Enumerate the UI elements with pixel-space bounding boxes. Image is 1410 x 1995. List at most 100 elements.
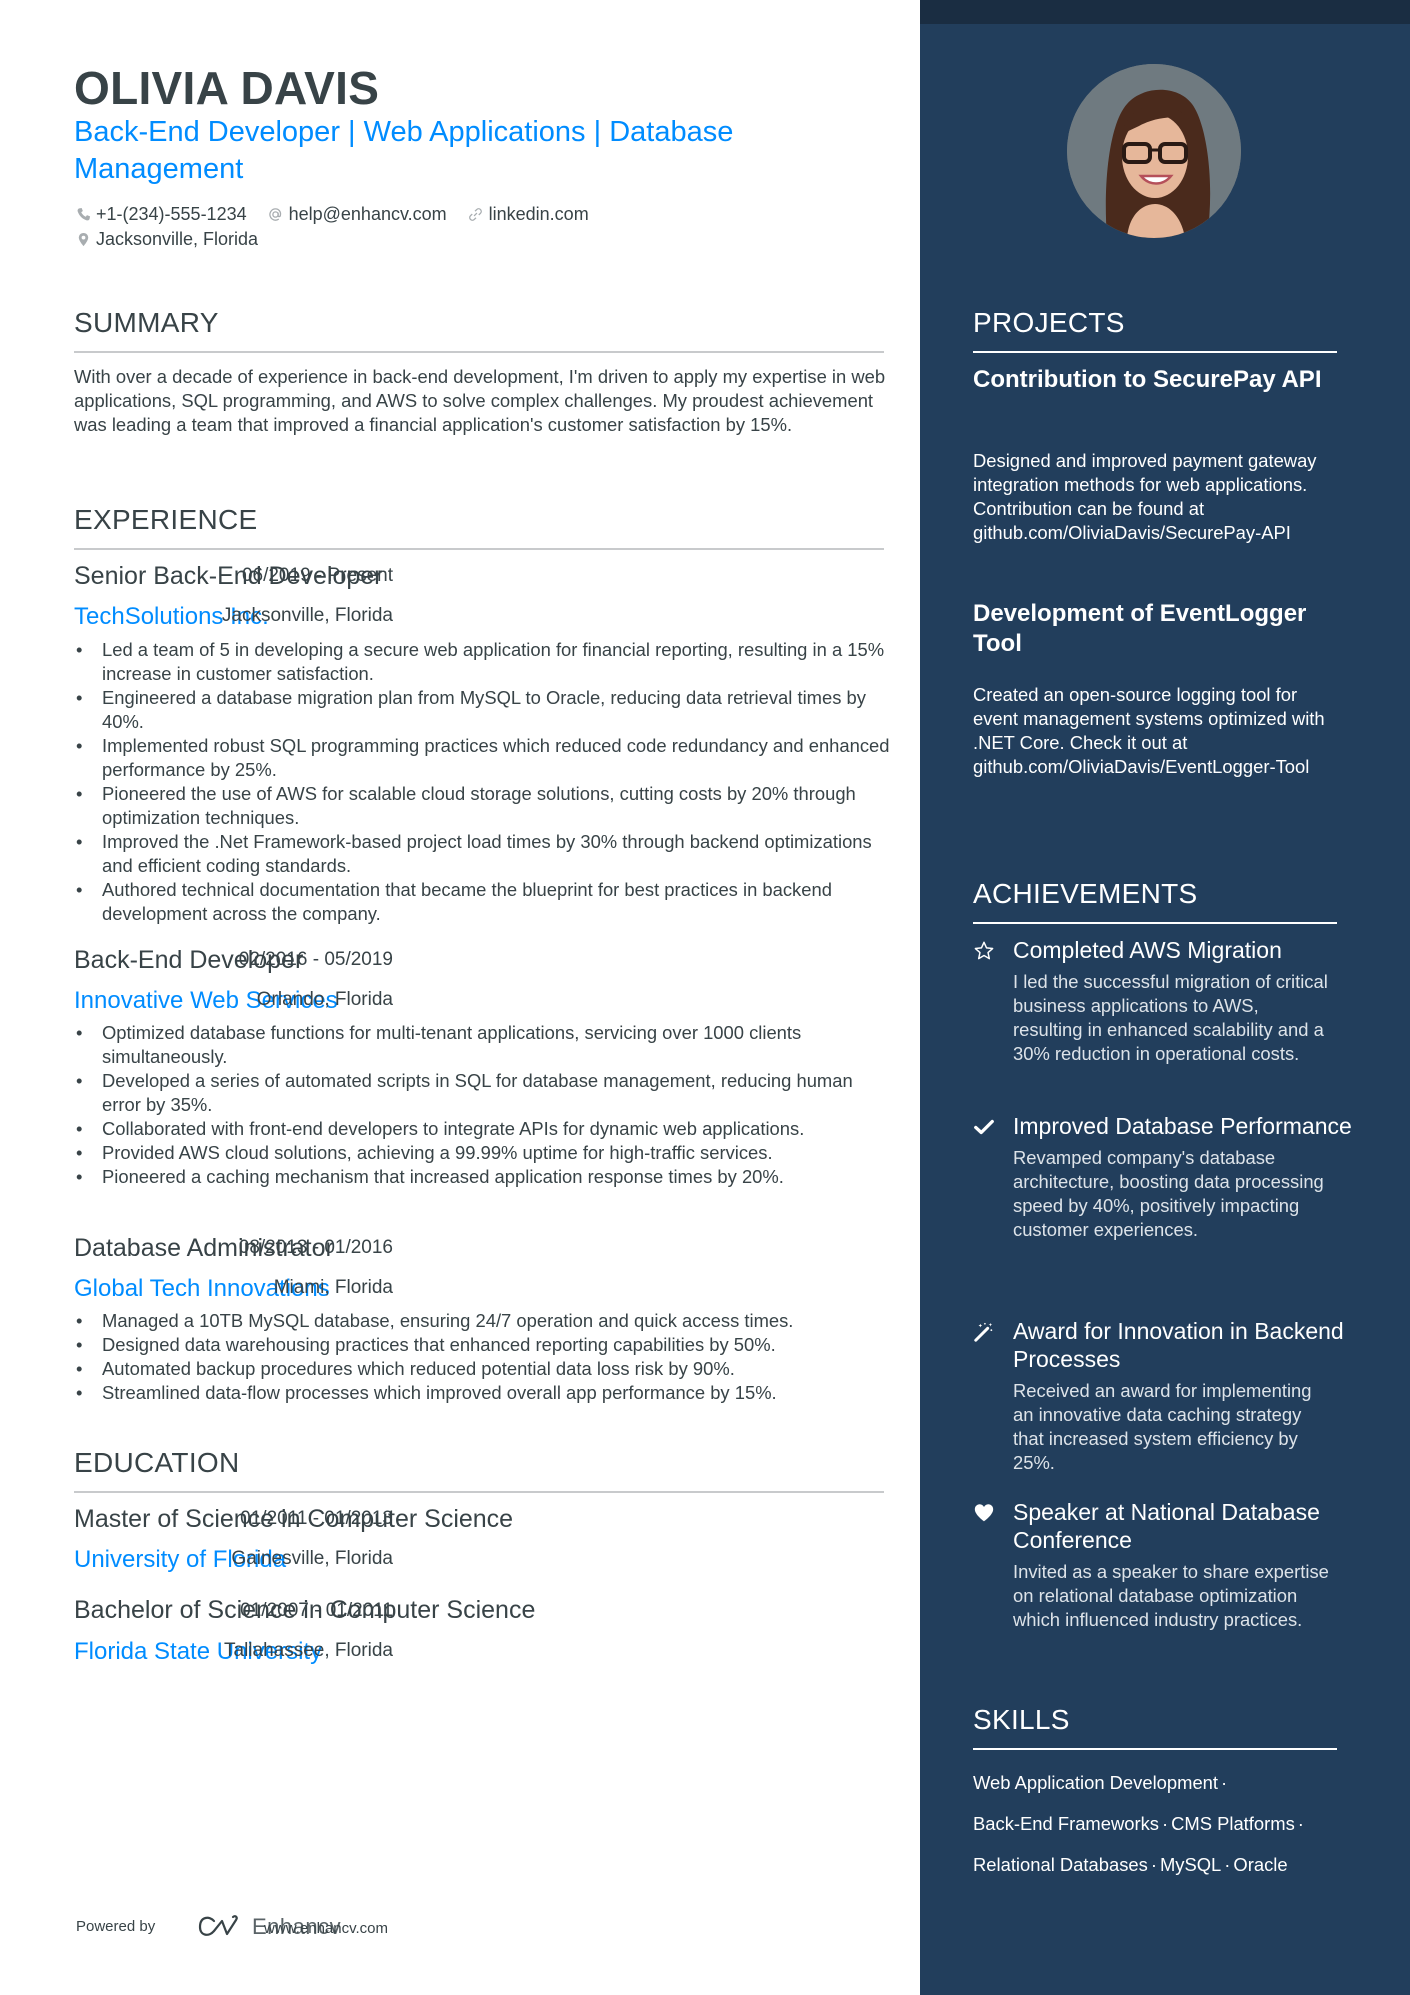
achievement-title: Award for Innovation in Backend Processe… — [1013, 1318, 1344, 1372]
skill-tag: Web Application Development — [973, 1772, 1219, 1793]
skill-tag: Oracle — [1233, 1854, 1288, 1875]
bullet-item: Implemented robust SQL programming pract… — [74, 734, 894, 782]
job-location: Miami, Florida — [273, 1277, 393, 1298]
profile-photo — [1067, 64, 1241, 238]
achievement-item: Speaker at National Database Conference … — [973, 1498, 1353, 1632]
job-bullets: Led a team of 5 in developing a secure w… — [74, 638, 894, 926]
education-heading: EDUCATION — [74, 1447, 240, 1478]
projects-heading: PROJECTS — [973, 307, 1125, 338]
sidebar-column: PROJECTS Contribution to SecurePay API D… — [920, 0, 1410, 1995]
summary-text: With over a decade of experience in back… — [74, 366, 886, 435]
footer-url[interactable]: www.enhancv.com — [264, 1920, 388, 1937]
skills-heading: SKILLS — [973, 1704, 1070, 1735]
project-description: Created an open-source logging tool for … — [973, 684, 1325, 777]
skill-tag: Relational Databases — [973, 1854, 1148, 1875]
achievement-description: Invited as a speaker to share expertise … — [1013, 1561, 1329, 1630]
summary-divider — [74, 351, 884, 353]
achievement-description: Received an award for implementing an in… — [1013, 1380, 1312, 1473]
main-column: OLIVIA DAVIS Back-End Developer | Web Ap… — [0, 0, 920, 1995]
phone-icon — [74, 205, 92, 223]
star-icon — [973, 940, 997, 964]
skills-list: Web Application Development · Back-End Fr… — [973, 1762, 1353, 1885]
achievement-item: Award for Innovation in Backend Processe… — [973, 1317, 1353, 1475]
sidebar-top-bar — [920, 0, 1410, 24]
bullet-item: Provided AWS cloud solutions, achieving … — [74, 1141, 894, 1165]
achievement-title: Improved Database Performance — [1013, 1113, 1352, 1139]
education-location: Gainesville, Florida — [231, 1548, 393, 1569]
experience-heading: EXPERIENCE — [74, 504, 258, 535]
skills-line: Relational Databases · MySQL · Oracle — [973, 1844, 1353, 1885]
location-text: Jacksonville, Florida — [96, 229, 259, 249]
enhancv-logo-icon — [198, 1915, 238, 1936]
skills-divider — [973, 1748, 1337, 1750]
education-dates: 01/2007 - 01/2011 — [240, 1600, 393, 1621]
avatar — [1067, 64, 1241, 238]
achievement-item: Completed AWS Migration I led the succes… — [973, 936, 1353, 1066]
skill-separator: · — [1162, 1813, 1169, 1834]
email-text[interactable]: help@enhancv.com — [289, 202, 447, 226]
job-dates: 06/2019 - Present — [241, 565, 393, 586]
bullet-item: Collaborated with front-end developers t… — [74, 1117, 894, 1141]
link-icon — [467, 205, 485, 223]
achievement-item: Improved Database Performance Revamped c… — [973, 1112, 1353, 1242]
magic-wand-icon — [973, 1321, 997, 1345]
job-location: Orlando, Florida — [256, 989, 393, 1010]
location-pin-icon — [74, 230, 92, 248]
education-location: Tallahassee, Florida — [224, 1640, 393, 1661]
bullet-item: Pioneered a caching mechanism that incre… — [74, 1165, 894, 1189]
projects-divider — [973, 351, 1337, 353]
summary-heading: SUMMARY — [74, 307, 219, 338]
job-dates: 02/2016 - 05/2019 — [238, 949, 393, 970]
achievement-title: Completed AWS Migration — [1013, 937, 1282, 963]
candidate-name: OLIVIA DAVIS — [74, 62, 380, 114]
achievements-heading: ACHIEVEMENTS — [973, 878, 1198, 909]
phone-text: +1-(234)-555-1234 — [96, 204, 247, 224]
skill-tag: MySQL — [1159, 1854, 1222, 1875]
education-dates: 01/2011 - 01/2013 — [240, 1508, 393, 1529]
bullet-item: Optimized database functions for multi-t… — [74, 1021, 894, 1069]
bullet-item: Streamlined data-flow processes which im… — [74, 1381, 894, 1405]
education-divider — [74, 1491, 884, 1493]
experience-divider — [74, 548, 884, 550]
skill-separator: · — [1297, 1813, 1304, 1834]
candidate-headline: Back-End Developer | Web Applications | … — [74, 116, 734, 185]
job-bullets: Managed a 10TB MySQL database, ensuring … — [74, 1309, 894, 1405]
job-bullets: Optimized database functions for multi-t… — [74, 1021, 894, 1189]
contact-location: Jacksonville, Florida — [74, 227, 258, 251]
skill-separator: · — [1221, 1772, 1228, 1793]
skill-separator: · — [1224, 1854, 1231, 1875]
skill-tag: Back-End Frameworks — [973, 1813, 1159, 1834]
contact-phone: +1-(234)-555-1234 — [74, 202, 247, 226]
bullet-item: Engineered a database migration plan fro… — [74, 686, 894, 734]
bullet-item: Led a team of 5 in developing a secure w… — [74, 638, 894, 686]
contact-row-location: Jacksonville, Florida — [74, 227, 278, 251]
bullet-item: Managed a 10TB MySQL database, ensuring … — [74, 1309, 894, 1333]
project-title: Contribution to SecurePay API — [973, 366, 1322, 393]
bullet-item: Authored technical documentation that be… — [74, 878, 894, 926]
check-icon — [973, 1116, 997, 1140]
contact-email[interactable]: help@enhancv.com — [267, 202, 447, 226]
project-title: Development of EventLogger Tool — [973, 600, 1307, 657]
achievement-title: Speaker at National Database Conference — [1013, 1499, 1320, 1553]
achievement-description: Revamped company's database architecture… — [1013, 1147, 1324, 1240]
achievement-description: I led the successful migration of critic… — [1013, 971, 1328, 1064]
powered-by-label: Powered by — [76, 1918, 156, 1935]
link-text[interactable]: linkedin.com — [489, 202, 589, 226]
skills-line: Back-End Frameworks · CMS Platforms · — [973, 1803, 1353, 1844]
bullet-item: Pioneered the use of AWS for scalable cl… — [74, 782, 894, 830]
heart-icon — [973, 1502, 997, 1526]
job-location: Jacksonville, Florida — [221, 605, 393, 626]
achievements-divider — [973, 922, 1337, 924]
bullet-item: Designed data warehousing practices that… — [74, 1333, 894, 1357]
bullet-item: Developed a series of automated scripts … — [74, 1069, 894, 1117]
project-description: Designed and improved payment gateway in… — [973, 450, 1317, 543]
skill-tag: CMS Platforms — [1171, 1813, 1295, 1834]
contact-link[interactable]: linkedin.com — [467, 202, 589, 226]
at-sign-icon — [267, 205, 285, 223]
bullet-item: Automated backup procedures which reduce… — [74, 1357, 894, 1381]
skills-line: Web Application Development · — [973, 1762, 1353, 1803]
contact-row: +1-(234)-555-1234 help@enhancv.com linke… — [74, 202, 609, 226]
bullet-item: Improved the .Net Framework-based projec… — [74, 830, 894, 878]
job-dates: 08/2013 - 01/2016 — [238, 1237, 393, 1258]
skill-separator: · — [1150, 1854, 1157, 1875]
